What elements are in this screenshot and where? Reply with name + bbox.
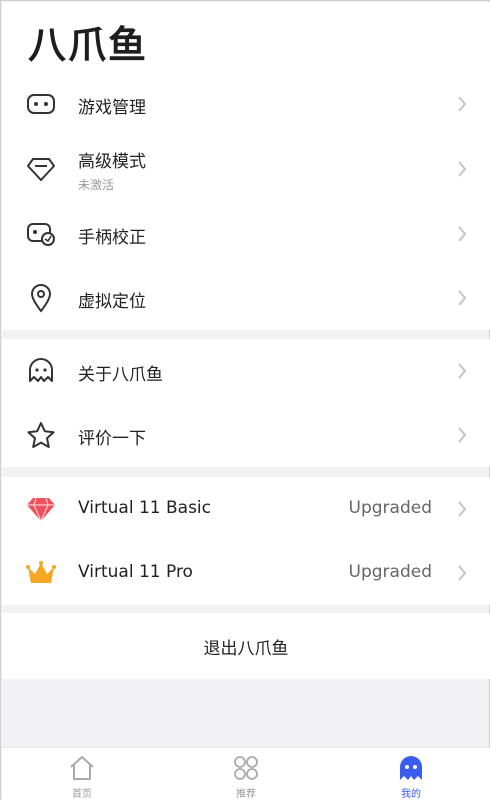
grid-icon	[234, 756, 258, 780]
tab-recommend[interactable]: 推荐	[206, 748, 286, 800]
tab-label: 推荐	[236, 789, 256, 800]
tab-mine[interactable]: 我的	[371, 748, 451, 800]
chevron-right-icon	[458, 501, 467, 517]
chevron-right-icon	[458, 565, 467, 581]
menu-item-rate[interactable]: 评价一下	[2, 403, 490, 467]
bottom-tab-bar: 首页 推荐 我的	[2, 747, 490, 800]
gold-crown-icon	[26, 558, 56, 588]
gamepad-icon	[26, 89, 56, 119]
subscription-group: Virtual 11 Basic Upgraded Virtual 11 Pro…	[2, 477, 490, 605]
menu-item-label: 关于八爪鱼	[78, 365, 163, 385]
menu-item-label: 评价一下	[78, 429, 146, 449]
app-screen: 八爪鱼 游戏管理 高级模式 未激活 手柄校正 虚拟定位 关于八爪鱼 评价一下 V…	[0, 0, 490, 800]
subscription-name: Virtual 11 Basic	[78, 498, 211, 518]
octopus-icon	[26, 356, 56, 386]
tab-label: 首页	[72, 789, 92, 800]
subscription-pro[interactable]: Virtual 11 Pro Upgraded	[2, 541, 490, 605]
settings-group-about: 关于八爪鱼 评价一下	[2, 339, 490, 467]
menu-item-virtual-location[interactable]: 虚拟定位	[2, 266, 490, 330]
ghost-icon	[400, 756, 422, 780]
header: 八爪鱼	[2, 2, 490, 72]
logout-label: 退出八爪鱼	[203, 638, 289, 659]
page-title: 八爪鱼	[28, 23, 149, 67]
red-gem-icon	[26, 494, 56, 524]
chevron-right-icon	[458, 290, 467, 306]
star-icon	[26, 420, 56, 450]
chevron-right-icon	[458, 427, 467, 443]
diamond-icon	[26, 154, 56, 184]
tab-home[interactable]: 首页	[42, 748, 122, 800]
menu-item-advanced-mode[interactable]: 高级模式 未激活	[2, 136, 490, 202]
settings-group-main: 游戏管理 高级模式 未激活 手柄校正 虚拟定位	[2, 72, 490, 330]
location-pin-icon	[26, 283, 56, 313]
chevron-right-icon	[458, 363, 467, 379]
chevron-right-icon	[458, 161, 467, 177]
menu-item-label: 手柄校正	[78, 228, 146, 248]
subscription-status: Upgraded	[348, 498, 432, 518]
menu-item-label: 高级模式	[78, 152, 146, 172]
controller-calibrate-icon	[26, 219, 56, 249]
menu-item-label: 虚拟定位	[78, 292, 146, 312]
chevron-right-icon	[458, 226, 467, 242]
menu-item-game-management[interactable]: 游戏管理	[2, 72, 490, 136]
chevron-right-icon	[458, 96, 467, 112]
menu-item-controller-calibration[interactable]: 手柄校正	[2, 202, 490, 266]
logout-button[interactable]: 退出八爪鱼	[2, 613, 490, 679]
subscription-name: Virtual 11 Pro	[78, 562, 193, 582]
activation-status: 未激活	[78, 178, 115, 192]
menu-item-label: 游戏管理	[78, 98, 146, 118]
tab-label: 我的	[401, 789, 421, 800]
menu-item-about[interactable]: 关于八爪鱼	[2, 339, 490, 403]
subscription-basic[interactable]: Virtual 11 Basic Upgraded	[2, 477, 490, 541]
subscription-status: Upgraded	[348, 562, 432, 582]
home-icon	[70, 756, 94, 780]
